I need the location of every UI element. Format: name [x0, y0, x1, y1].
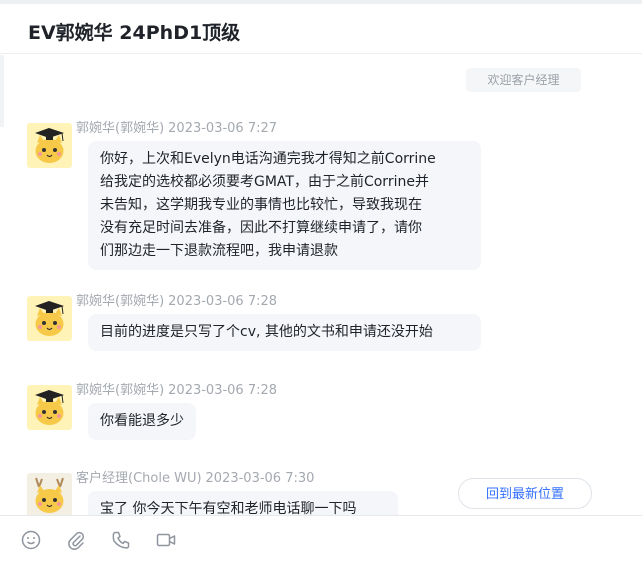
cat-graduate-avatar-icon	[27, 296, 72, 341]
message-bubble[interactable]: 你看能退多少	[88, 403, 196, 440]
message-bubble[interactable]: 目前的进度是只写了个cv, 其他的文书和申请还没开始	[88, 314, 481, 351]
message-meta: 郭婉华(郭婉华) 2023-03-06 7:28	[76, 379, 277, 398]
emoji-icon[interactable]	[20, 529, 42, 551]
timestamp: 2023-03-06 7:27	[168, 121, 278, 136]
message-text-line: 宝了 你今天下午有空和老师电话聊一下吗	[100, 501, 357, 515]
avatar[interactable]	[27, 296, 72, 341]
message-text-line: 目前的进度是只写了个cv, 其他的文书和申请还没开始	[100, 324, 433, 340]
cat-graduate-avatar-icon	[27, 123, 72, 168]
message-text-line: 你看能退多少	[100, 413, 184, 429]
message-list[interactable]: 欢迎客户经理 郭婉华(郭婉华) 2023-03-06 7:27 你好，上次和Ev…	[0, 55, 642, 515]
chat-title: EV郭婉华 24PhD1顶级	[28, 22, 241, 44]
sender-name: 郭婉华(郭婉华)	[76, 383, 165, 398]
timestamp: 2023-03-06 7:30	[205, 471, 315, 486]
avatar[interactable]	[27, 123, 72, 168]
sender-name: 客户经理(Chole WU)	[76, 471, 202, 486]
avatar[interactable]	[27, 473, 72, 515]
chat-header: EV郭婉华 24PhD1顶级	[0, 4, 642, 54]
video-icon[interactable]	[155, 529, 177, 551]
message-meta: 郭婉华(郭婉华) 2023-03-06 7:27	[76, 117, 277, 136]
message-bubble[interactable]: 宝了 你今天下午有空和老师电话聊一下吗	[88, 491, 398, 515]
message-text-line: 你好，上次和Evelyn电话沟通完我才得知之前Corrine	[100, 151, 436, 167]
message-text-line: 没有充足时间去准备，因此不打算继续申请了，请你	[100, 220, 422, 236]
message-text-line: 给我定的选校都必须要考GMAT，由于之前Corrine并	[100, 174, 429, 190]
avatar[interactable]	[27, 385, 72, 430]
paperclip-icon[interactable]	[65, 529, 87, 551]
cat-antler-avatar-icon	[27, 473, 72, 515]
composer-toolbar	[0, 515, 642, 562]
sender-name: 郭婉华(郭婉华)	[76, 121, 165, 136]
cat-graduate-avatar-icon	[27, 385, 72, 430]
timestamp: 2023-03-06 7:28	[168, 294, 278, 309]
message-meta: 郭婉华(郭婉华) 2023-03-06 7:28	[76, 290, 277, 309]
phone-icon[interactable]	[110, 529, 132, 551]
jump-to-latest-button[interactable]: 回到最新位置	[458, 478, 592, 509]
message-text-line: 们那边走一下退款流程吧，我申请退款	[100, 243, 338, 259]
message-bubble[interactable]: 你好，上次和Evelyn电话沟通完我才得知之前Corrine 给我定的选校都必须…	[88, 141, 481, 270]
message-text-line: 未告知，这学期我专业的事情也比较忙，导致我现在	[100, 197, 422, 213]
message-meta: 客户经理(Chole WU) 2023-03-06 7:30	[76, 467, 314, 486]
sender-name: 郭婉华(郭婉华)	[76, 294, 165, 309]
timestamp: 2023-03-06 7:28	[168, 383, 278, 398]
system-message: 欢迎客户经理	[466, 68, 581, 92]
